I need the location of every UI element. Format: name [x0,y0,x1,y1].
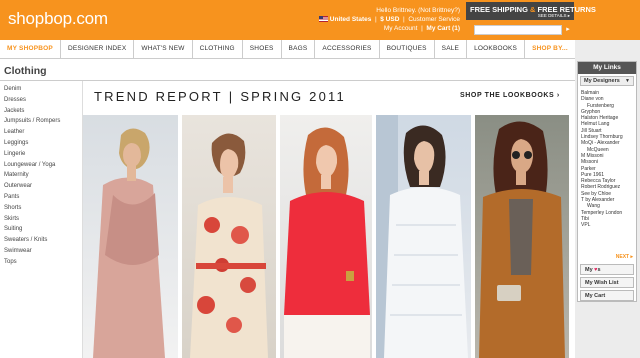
nav-sale[interactable]: SALE [435,40,468,58]
my-loves-label-a: My [585,267,593,273]
category-link-leggings[interactable]: Leggings [4,138,78,149]
nav-shop-by[interactable]: SHOP BY... [525,40,575,58]
designer-link[interactable]: VPL [581,222,636,228]
nav-whats-new[interactable]: WHAT'S NEW [134,40,193,58]
category-link-loungewear[interactable]: Loungewear / Yoga [4,160,78,171]
page-title: Clothing [4,65,47,77]
designer-list: Balmain Diane von Furstenberg Gryphon Halsto… [578,86,636,229]
category-link-outerwear[interactable]: Outerwear [4,181,78,192]
page: { "header": { "logo": "shopbop.com", "gr… [0,0,640,358]
category-sidebar: Denim Dresses Jackets Jumpsuits / Romper… [4,84,78,268]
trend-report-label: TREND REPORT [94,89,223,104]
category-link-lingerie[interactable]: Lingerie [4,149,78,160]
country-link[interactable]: United States [330,16,372,23]
search-input[interactable] [474,25,562,35]
main-nav: MY SHOPBOP DESIGNER INDEX WHAT'S NEW CLO… [0,40,575,59]
category-link-jackets[interactable]: Jackets [4,106,78,117]
my-links-panel: My Links My Designers ▼ Balmain Diane von… [577,61,637,302]
nav-bags[interactable]: BAGS [282,40,316,58]
lookbook-photo-5[interactable] [475,115,569,358]
shop-lookbooks-link[interactable]: SHOP THE LOOKBOOKS › [460,92,560,99]
lookbook-photo-2[interactable] [182,115,276,358]
lookbook-photo-4[interactable] [376,115,471,358]
lookbook-photo-3[interactable] [280,115,372,358]
customer-service-link[interactable]: Customer Service [408,16,460,23]
us-flag-icon [318,16,328,22]
shipping-amp: & [530,5,536,14]
my-designers-label: My Designers [584,78,620,84]
nav-shoes[interactable]: SHOES [243,40,282,58]
my-cart-button[interactable]: My Cart [580,290,634,301]
my-wish-list-button[interactable]: My Wish List [580,277,634,288]
category-link-pants[interactable]: Pants [4,192,78,203]
nav-lookbooks[interactable]: LOOKBOOKS [467,40,526,58]
my-links-title: My Links [578,62,636,74]
nav-my-shopbop[interactable]: MY SHOPBOP [0,40,61,58]
category-link-denim[interactable]: Denim [4,84,78,95]
shipping-title-a: FREE SHIPPING [470,5,528,14]
currency-link[interactable]: $ USD [380,16,399,23]
category-link-skirts[interactable]: Skirts [4,214,78,225]
category-link-swimwear[interactable]: Swimwear [4,246,78,257]
model-red-blouse-image [284,127,370,358]
trend-report-heading: TREND REPORT | SPRING 2011 [94,89,346,104]
my-designers-tab[interactable]: My Designers ▼ [580,76,634,86]
category-link-sweaters[interactable]: Sweaters / Knits [4,235,78,246]
model-floral-dress-image [190,133,268,358]
category-link-tops[interactable]: Tops [4,257,78,268]
not-user-link[interactable]: (Not Brittney?) [418,7,460,14]
shipping-promo[interactable]: FREE SHIPPING & FREE RETURNS SEE DETAILS… [466,2,596,20]
my-loves-label-b: s [597,267,601,273]
search-arrow-icon[interactable]: ▸ [563,25,573,35]
trend-season-label: SPRING 2011 [240,89,346,104]
nav-boutiques[interactable]: BOUTIQUES [380,40,435,58]
next-link[interactable]: NEXT ▸ [616,254,633,260]
see-details-link[interactable]: SEE DETAILS ▸ [538,13,570,19]
lookbook-photo-1[interactable] [83,115,178,358]
my-account-link[interactable]: My Account [384,25,418,32]
greeting-text: Hello Brittney. [376,7,417,14]
nav-designer-index[interactable]: DESIGNER INDEX [61,40,135,58]
model-camel-suit-image [479,121,565,358]
site-header: shopbop.com Hello Brittney. (Not Brittne… [0,0,640,40]
trend-separator: | [228,89,235,104]
title-divider [0,80,575,81]
account-greeting: Hello Brittney. (Not Brittney?) United S… [318,6,460,33]
category-link-dresses[interactable]: Dresses [4,95,78,106]
category-link-suiting[interactable]: Suiting [4,224,78,235]
nav-accessories[interactable]: ACCESSORIES [315,40,380,58]
category-link-jumpsuits[interactable]: Jumpsuits / Rompers [4,116,78,127]
model-white-lace-image [376,115,468,358]
model-blush-drape-image [93,128,165,358]
category-link-leather[interactable]: Leather [4,127,78,138]
category-link-shorts[interactable]: Shorts [4,203,78,214]
category-link-maternity[interactable]: Maternity [4,170,78,181]
chevron-down-icon: ▼ [625,78,630,84]
shopbop-logo[interactable]: shopbop.com [8,9,108,29]
my-loves-button[interactable]: My ♥s [580,264,634,275]
nav-clothing[interactable]: CLOTHING [193,40,243,58]
my-cart-link[interactable]: My Cart (1) [426,25,460,32]
